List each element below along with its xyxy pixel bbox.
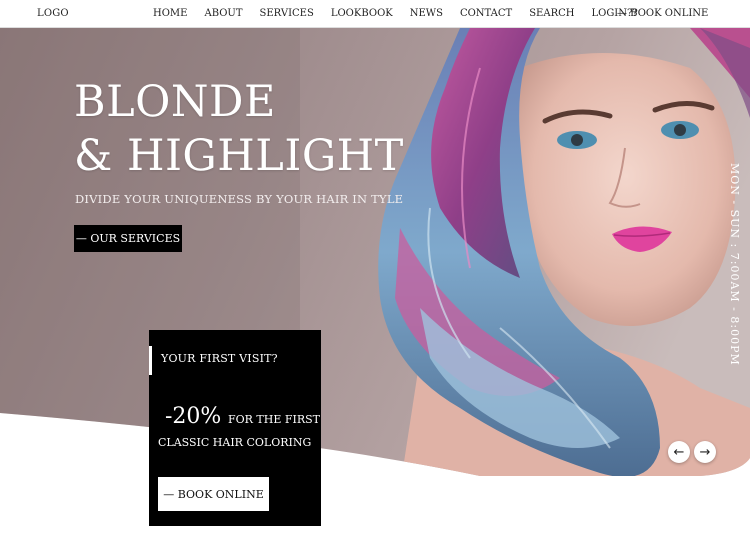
nav-lookbook[interactable]: LOOKBOOK (331, 8, 393, 19)
slider-next-button[interactable]: → (694, 441, 716, 463)
promo-book-online-button[interactable]: — BOOK ONLINE (158, 477, 269, 511)
book-online-link[interactable]: — BOOK ONLINE (617, 8, 708, 19)
nav-search[interactable]: SEARCH (529, 8, 574, 19)
slider-prev-button[interactable]: ← (668, 441, 690, 463)
first-visit-promo: YOUR FIRST VISIT? -20% FOR THE FIRST CLA… (149, 330, 321, 526)
hero-tagline: DIVIDE YOUR UNIQUENESS BY YOUR HAIR IN T… (75, 192, 404, 206)
opening-hours: MON - SUN : 7:00AM - 8:00PM (728, 163, 741, 366)
promo-for-text: FOR THE FIRST (228, 413, 321, 426)
nav-about[interactable]: ABOUT (204, 8, 242, 19)
our-services-button[interactable]: — OUR SERVICES (74, 225, 182, 252)
hero-title-line2: & HIGHLIGHT (74, 131, 404, 181)
promo-discount: -20% (165, 404, 222, 429)
nav-contact[interactable]: CONTACT (460, 8, 512, 19)
promo-question: YOUR FIRST VISIT? (161, 352, 278, 365)
promo-service-text: CLASSIC HAIR COLORING (158, 436, 312, 449)
arrow-right-icon: → (699, 444, 711, 460)
top-navigation: LOGO HOME ABOUT SERVICES LOOKBOOK NEWS C… (0, 0, 750, 28)
hero-banner: BLONDE & HIGHLIGHT DIVIDE YOUR UNIQUENES… (0, 28, 750, 533)
promo-accent-bar (149, 346, 152, 375)
site-logo[interactable]: LOGO (37, 8, 69, 19)
main-menu: HOME ABOUT SERVICES LOOKBOOK NEWS CONTAC… (153, 8, 655, 19)
hero-title: BLONDE & HIGHLIGHT (74, 75, 404, 183)
arrow-left-icon: ← (673, 444, 685, 460)
nav-news[interactable]: NEWS (410, 8, 443, 19)
nav-services[interactable]: SERVICES (260, 8, 314, 19)
nav-home[interactable]: HOME (153, 8, 187, 19)
hero-title-line1: BLONDE (74, 77, 276, 127)
